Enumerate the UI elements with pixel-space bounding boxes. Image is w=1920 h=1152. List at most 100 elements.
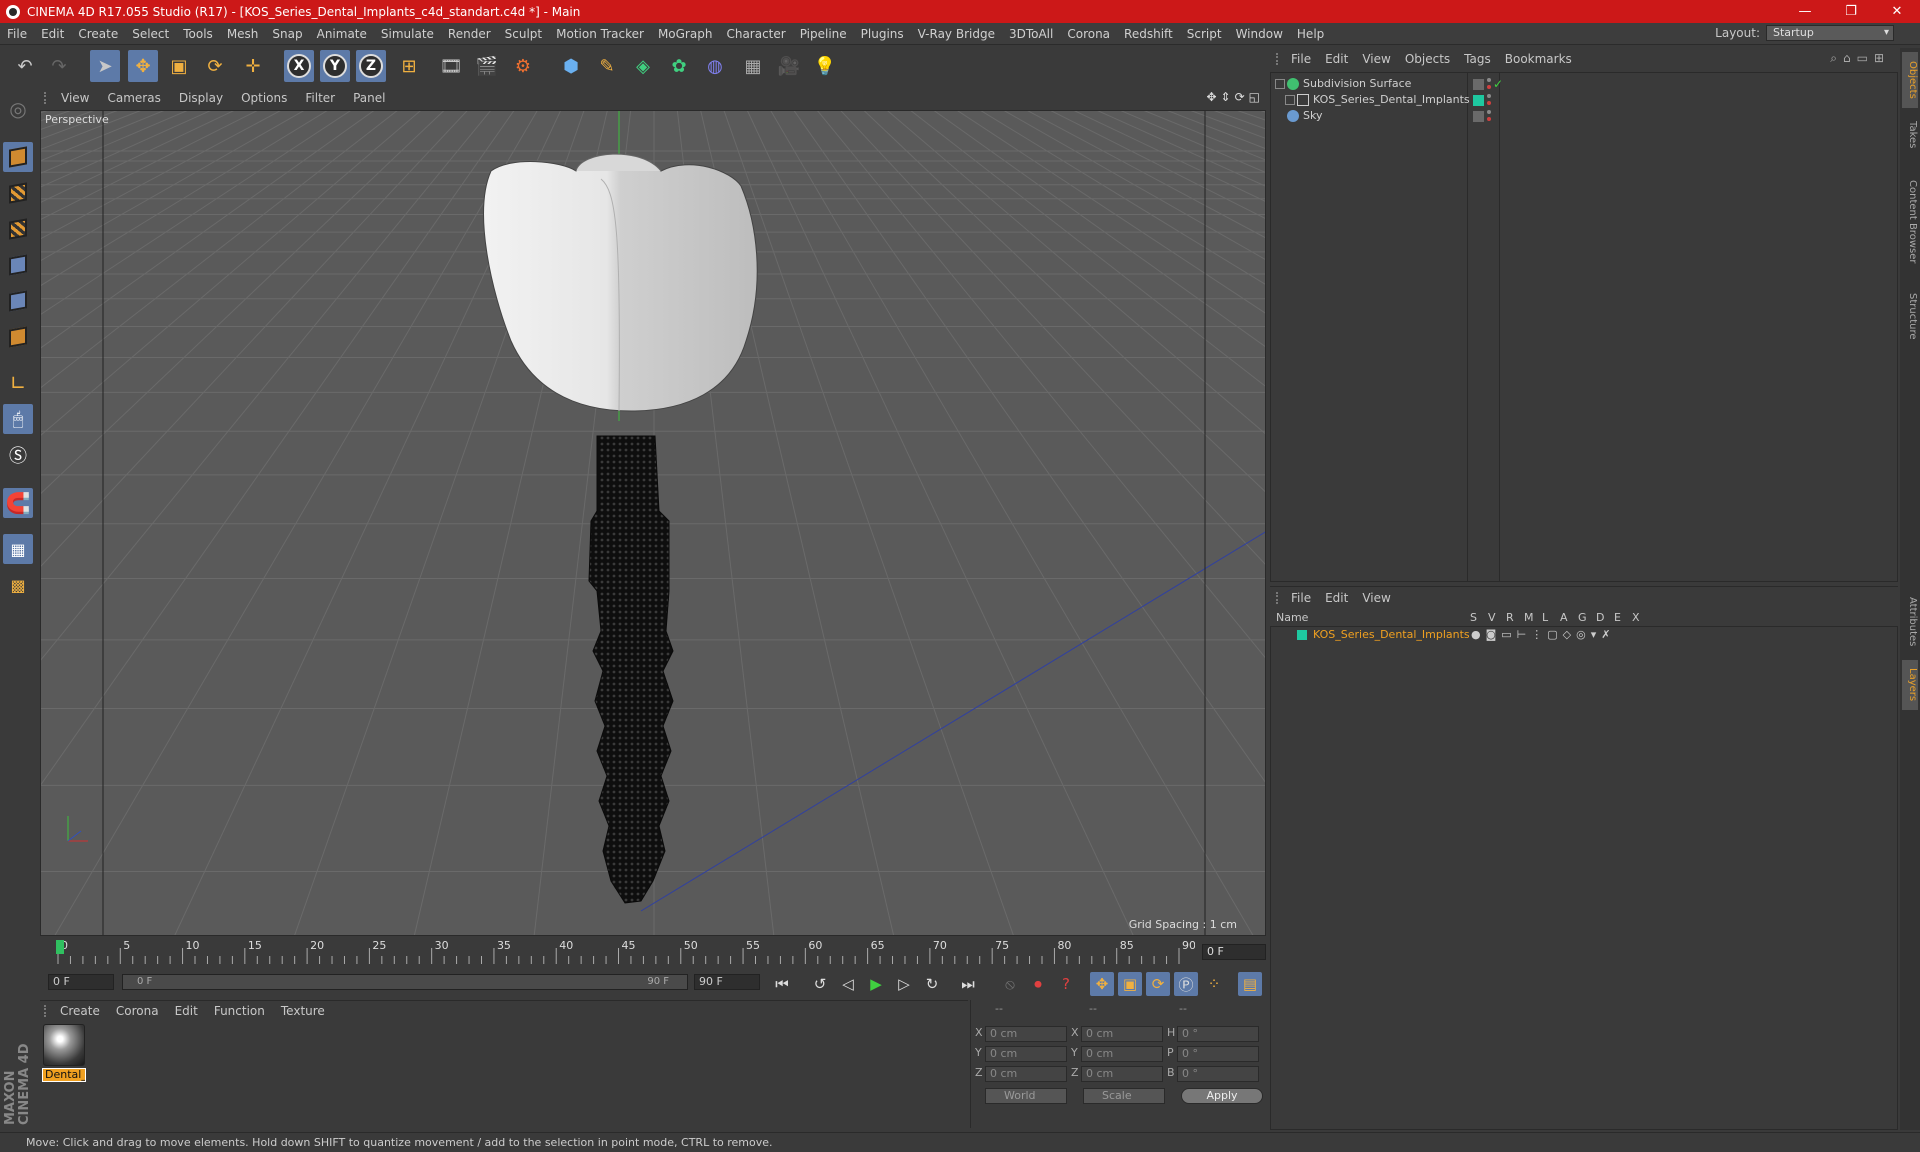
undo-icon[interactable]: ↶ xyxy=(10,50,40,82)
tab-objects[interactable]: Objects xyxy=(1902,52,1918,108)
menu-plugins[interactable]: Plugins xyxy=(854,27,911,41)
close-button[interactable]: ✕ xyxy=(1874,0,1920,23)
rot-b-field[interactable]: 0 ° xyxy=(1177,1066,1259,1082)
snap-settings-icon[interactable]: Ⓢ xyxy=(3,440,33,470)
pos-z-field[interactable]: 0 cm xyxy=(985,1066,1067,1082)
rotate-view-icon[interactable]: ⟳ xyxy=(1235,90,1245,104)
material-menu-edit[interactable]: Edit xyxy=(167,1004,206,1018)
deformer-icon[interactable]: ◍ xyxy=(700,50,730,82)
key-rotation-icon[interactable]: ⟳ xyxy=(1146,972,1170,996)
material-thumbnail[interactable] xyxy=(43,1024,85,1066)
layer-tag-icon[interactable] xyxy=(1473,111,1484,122)
go-to-start-icon[interactable]: ⏮ xyxy=(770,972,794,996)
zoom-view-icon[interactable]: ⇕ xyxy=(1221,90,1231,104)
material-menu-function[interactable]: Function xyxy=(206,1004,273,1018)
record-keys-icon[interactable]: ⦸ xyxy=(998,972,1022,996)
material-menu-corona[interactable]: Corona xyxy=(108,1004,167,1018)
menu-render[interactable]: Render xyxy=(441,27,498,41)
object-menu-objects[interactable]: Objects xyxy=(1398,52,1457,66)
visibility-dots-icon[interactable] xyxy=(1487,93,1491,107)
timeline-ruler[interactable]: 0 5 10 15 20 25 30 35 40 45 50 55 60 65 70 75 80 85 90 xyxy=(50,938,1195,966)
object-menu-tags[interactable]: Tags xyxy=(1457,52,1498,66)
layer-menu-edit[interactable]: Edit xyxy=(1318,591,1355,605)
size-mode-select[interactable]: Scale xyxy=(1083,1088,1165,1104)
menu-vray-bridge[interactable]: V-Ray Bridge xyxy=(911,27,1002,41)
coordinate-mode-select[interactable]: World xyxy=(985,1088,1067,1104)
layer-toggle-icons[interactable]: ●◙▭⊢⋮▢◇◎▾✗ xyxy=(1471,627,1615,643)
timeline-window-icon[interactable]: ▤ xyxy=(1238,972,1262,996)
object-menu-file[interactable]: File xyxy=(1284,52,1318,66)
live-move-icon[interactable]: ✛ xyxy=(238,50,268,82)
material-menu-texture[interactable]: Texture xyxy=(273,1004,333,1018)
visibility-dots-icon[interactable] xyxy=(1487,77,1491,91)
viewport-menu-cameras[interactable]: Cameras xyxy=(98,91,169,105)
menu-snap[interactable]: Snap xyxy=(265,27,309,41)
axis-x-button[interactable]: X xyxy=(284,50,314,82)
next-frame-icon[interactable]: ▷ xyxy=(892,972,916,996)
tab-structure[interactable]: Structure xyxy=(1902,284,1918,348)
tweak-mode-icon[interactable]: 🖱 xyxy=(3,404,33,434)
subdivision-surface-icon[interactable]: ◈ xyxy=(628,50,658,82)
cube-primitive-icon[interactable]: ⬢ xyxy=(556,50,586,82)
pos-x-field[interactable]: 0 cm xyxy=(985,1026,1067,1042)
layer-menu-file[interactable]: File xyxy=(1284,591,1318,605)
floor-scene-icon[interactable]: ▦ xyxy=(738,50,768,82)
tab-takes[interactable]: Takes xyxy=(1902,110,1918,160)
workplane-lock-icon[interactable]: ▦ xyxy=(3,534,33,564)
object-search-home-icons[interactable]: ⌕⌂▭⊞ xyxy=(1830,51,1890,66)
visibility-dots-icon[interactable] xyxy=(1487,109,1491,123)
layer-menu-view[interactable]: View xyxy=(1355,591,1397,605)
tab-content-browser[interactable]: Content Browser xyxy=(1902,162,1918,282)
texture-mode-icon[interactable] xyxy=(3,178,33,208)
timeline[interactable]: 0 5 10 15 20 25 30 35 40 45 50 55 60 65 70 75 80 85 90 0 F xyxy=(40,938,1266,968)
maximize-button[interactable]: ❐ xyxy=(1828,0,1874,23)
menu-simulate[interactable]: Simulate xyxy=(374,27,441,41)
play-icon[interactable]: ▶ xyxy=(864,972,888,996)
pos-y-field[interactable]: 0 cm xyxy=(985,1046,1067,1062)
maximize-view-icon[interactable]: ◱ xyxy=(1249,90,1260,104)
go-to-end-icon[interactable]: ⏭ xyxy=(956,972,980,996)
viewport-menu-options[interactable]: Options xyxy=(232,91,296,105)
object-row-sky[interactable]: Sky xyxy=(1271,107,1897,125)
menu-mograph[interactable]: MoGraph xyxy=(651,27,720,41)
menu-redshift[interactable]: Redshift xyxy=(1117,27,1180,41)
viewport-menu-panel[interactable]: Panel xyxy=(344,91,394,105)
material-name[interactable]: Dental_I xyxy=(42,1068,86,1082)
previous-frame-icon[interactable]: ◁ xyxy=(836,972,860,996)
playhead[interactable] xyxy=(56,940,64,954)
menu-create[interactable]: Create xyxy=(71,27,125,41)
menu-3dtoall[interactable]: 3DToAll xyxy=(1002,27,1060,41)
move-tool-icon[interactable]: ✥ xyxy=(128,50,158,82)
material-menu-create[interactable]: Create xyxy=(52,1004,108,1018)
axis-mode-icon[interactable]: ∟ xyxy=(3,368,33,398)
menu-tools[interactable]: Tools xyxy=(176,27,220,41)
coordinate-system-icon[interactable]: ⊞ xyxy=(394,50,424,82)
pan-view-icon[interactable]: ✥ xyxy=(1206,90,1216,104)
menu-character[interactable]: Character xyxy=(719,27,792,41)
menu-pipeline[interactable]: Pipeline xyxy=(793,27,854,41)
scale-tool-icon[interactable]: ▣ xyxy=(164,50,194,82)
viewport-menu-view[interactable]: View xyxy=(52,91,98,105)
points-mode-icon[interactable] xyxy=(3,250,33,280)
next-key-icon[interactable]: ↻ xyxy=(920,972,944,996)
current-frame-field[interactable]: 0 F xyxy=(1202,944,1266,960)
menu-mesh[interactable]: Mesh xyxy=(220,27,266,41)
rot-h-field[interactable]: 0 ° xyxy=(1177,1026,1259,1042)
apply-button[interactable]: Apply xyxy=(1181,1088,1263,1104)
menu-select[interactable]: Select xyxy=(125,27,176,41)
tree-expand-icon[interactable] xyxy=(1275,79,1285,89)
layer-manager-list[interactable]: KOS_Series_Dental_Implants ●◙▭⊢⋮▢◇◎▾✗ xyxy=(1270,626,1898,1130)
object-menu-bookmarks[interactable]: Bookmarks xyxy=(1498,52,1579,66)
rot-p-field[interactable]: 0 ° xyxy=(1177,1046,1259,1062)
object-name[interactable]: Sky xyxy=(1303,107,1322,125)
menu-window[interactable]: Window xyxy=(1229,27,1290,41)
menu-help[interactable]: Help xyxy=(1290,27,1331,41)
layout-select[interactable]: Startup xyxy=(1766,25,1894,41)
viewport-menu-display[interactable]: Display xyxy=(170,91,232,105)
layer-color-swatch[interactable] xyxy=(1297,630,1307,640)
key-pla-icon[interactable]: ⁘ xyxy=(1202,972,1226,996)
key-position-icon[interactable]: ✥ xyxy=(1090,972,1114,996)
render-picture-viewer-icon[interactable]: 🎬 xyxy=(472,50,502,82)
size-x-field[interactable]: 0 cm xyxy=(1081,1026,1163,1042)
grid-snap-icon[interactable]: ▩ xyxy=(3,570,33,600)
